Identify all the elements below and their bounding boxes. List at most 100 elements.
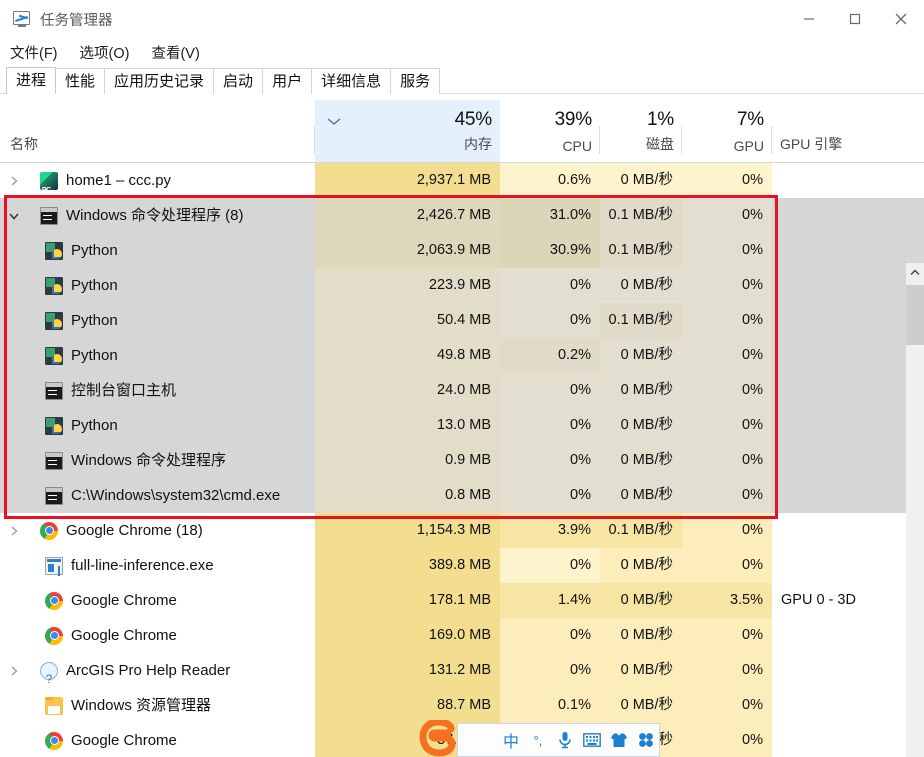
scrollbar-thumb[interactable] <box>906 285 924 345</box>
table-row[interactable]: ArcGIS Pro Help Reader131.2 MB0%0 MB/秒0% <box>0 653 924 697</box>
row-name-cell[interactable]: Python <box>0 233 315 268</box>
row-name-label: Windows 命令处理程序 (8) <box>66 207 244 224</box>
chevron-right-icon[interactable] <box>0 175 28 187</box>
row-name-cell[interactable]: Python <box>0 268 315 303</box>
row-name-cell[interactable]: Google Chrome <box>0 618 315 653</box>
row-name-label: Python <box>71 242 118 259</box>
table-row[interactable]: Python 50.4 MB 0% 0.1 MB/秒 0% <box>0 303 924 338</box>
skin-icon[interactable] <box>605 724 632 756</box>
table-row[interactable]: Google Chrome (18) 1,154.3 MB 3.9% 0.1 MB/秒… <box>0 513 924 548</box>
table-row[interactable]: Python 223.9 MB 0% 0 MB/秒 0% <box>0 268 924 303</box>
tab-details[interactable]: 详细信息 <box>311 68 392 94</box>
row-gpu-engine-cell <box>772 408 924 443</box>
row-name-cell[interactable]: full-line-inference.exe <box>0 548 315 583</box>
table-row[interactable]: C:\Windows\system32\cmd.exe 0.8 MB 0% 0 MB/… <box>0 478 924 513</box>
column-header-name[interactable]: 名称 <box>0 100 315 162</box>
table-row[interactable]: home1 – ccc.py 2,937.1 MB0.6%0 MB/秒0% <box>0 163 924 208</box>
row-cpu-cell: 0% <box>500 478 600 513</box>
process-list[interactable]: home1 – ccc.py2,937.1 MB0.6%0 MB/秒0%Wind… <box>0 163 924 757</box>
row-name-cell[interactable]: Windows 资源管理器 <box>0 688 315 723</box>
row-memory-cell: 1,154.3 MB <box>315 513 500 548</box>
close-button[interactable] <box>878 0 924 38</box>
row-cpu-cell: 0% <box>500 268 600 303</box>
chevron-right-icon[interactable] <box>0 525 28 537</box>
row-memory-cell: 131.2 MB <box>315 653 500 688</box>
table-row[interactable]: Google Chrome 169.0 MB 0% 0 MB/秒 0% <box>0 618 924 653</box>
row-gpu-engine-cell <box>772 233 924 268</box>
row-memory-cell: 2,937.1 MB <box>315 163 500 198</box>
row-name-cell[interactable]: ArcGIS Pro Help Reader <box>0 653 315 697</box>
row-gpu-engine-cell <box>772 303 924 338</box>
table-row[interactable]: full-line-inference.exe 389.8 MB 0% 0 MB/秒 0… <box>0 548 924 583</box>
tab-app-history[interactable]: 应用历史记录 <box>104 68 215 94</box>
tab-users[interactable]: 用户 <box>262 68 313 94</box>
row-name-cell[interactable]: Python <box>0 338 315 373</box>
row-name-cell[interactable]: Windows 命令处理程序 (8) <box>0 198 315 233</box>
row-cpu-cell: 0.1% <box>500 688 600 723</box>
pycharm-icon <box>40 171 58 208</box>
column-header-memory[interactable]: 45% 内存 <box>315 100 500 162</box>
row-name-label: home1 – ccc.py <box>66 172 172 189</box>
row-disk-cell: 0 MB/秒 <box>600 583 682 618</box>
menu-item-view[interactable]: 查看(V) <box>151 42 199 63</box>
voice-input-icon[interactable] <box>551 724 578 756</box>
row-cpu-cell: 0.6% <box>500 163 600 198</box>
row-memory-cell: 169.0 MB <box>315 618 500 653</box>
menu-item-file[interactable]: 文件(F) <box>10 42 58 63</box>
row-cpu-cell: 0% <box>500 303 600 338</box>
table-row[interactable]: Windows 资源管理器 88.7 MB 0.1% 0 MB/秒 0% <box>0 688 924 723</box>
vertical-scrollbar[interactable] <box>906 263 924 757</box>
table-row[interactable]: Python 13.0 MB 0% 0 MB/秒 0% <box>0 408 924 443</box>
row-name-cell[interactable]: Windows 命令处理程序 <box>0 443 315 478</box>
sort-chevron-down-icon <box>327 114 341 130</box>
chevron-right-icon[interactable] <box>0 665 28 677</box>
row-name-cell[interactable]: Google Chrome <box>0 583 315 618</box>
row-cpu-cell: 31.0% <box>500 198 600 233</box>
soft-keyboard-icon[interactable] <box>578 724 605 756</box>
window-icon <box>45 556 63 575</box>
tab-processes[interactable]: 进程 <box>6 67 57 94</box>
punctuation-icon[interactable]: °, <box>524 724 551 756</box>
row-name-cell[interactable]: C:\Windows\system32\cmd.exe <box>0 478 315 513</box>
column-header-gpu-engine[interactable]: GPU 引擎 <box>772 100 924 162</box>
table-row[interactable]: Python 2,063.9 MB 30.9% 0.1 MB/秒 0% <box>0 233 924 268</box>
row-gpu-cell: 0% <box>682 443 772 478</box>
tab-startup[interactable]: 启动 <box>213 68 264 94</box>
row-name-cell[interactable]: 控制台窗口主机 <box>0 373 315 408</box>
row-name-cell[interactable]: home1 – ccc.py <box>0 163 315 208</box>
task-manager-icon <box>12 10 32 28</box>
row-cpu-cell: 0% <box>500 373 600 408</box>
table-row[interactable]: Python 49.8 MB 0.2% 0 MB/秒 0% <box>0 338 924 373</box>
toolbox-icon[interactable] <box>632 724 659 756</box>
tab-performance[interactable]: 性能 <box>55 68 106 94</box>
row-gpu-cell: 0% <box>682 513 772 548</box>
row-name-cell[interactable]: Google Chrome <box>0 723 315 757</box>
cmd-icon <box>45 451 63 470</box>
row-cpu-cell: 0.2% <box>500 338 600 373</box>
row-name-cell[interactable]: Python <box>0 408 315 443</box>
row-name-label: Python <box>71 417 118 434</box>
row-memory-cell: 223.9 MB <box>315 268 500 303</box>
sogou-logo[interactable] <box>419 718 467 757</box>
minimize-button[interactable] <box>786 0 832 38</box>
row-name-cell[interactable]: Python <box>0 303 315 338</box>
tab-services[interactable]: 服务 <box>390 68 441 94</box>
table-row[interactable]: Windows 命令处理程序 0.9 MB 0% 0 MB/秒 0% <box>0 443 924 478</box>
table-row[interactable]: 控制台窗口主机 24.0 MB 0% 0 MB/秒 0% <box>0 373 924 408</box>
column-header-cpu[interactable]: 39% CPU <box>500 100 600 162</box>
row-cpu-cell: 0% <box>500 548 600 583</box>
ime-toolbar[interactable]: 中 °, <box>457 723 660 757</box>
table-row[interactable]: Google Chrome 178.1 MB 1.4% 0 MB/秒 3.5% GPU 0… <box>0 583 924 618</box>
row-gpu-engine-cell <box>772 373 924 408</box>
column-header-gpu[interactable]: 7% GPU <box>682 100 772 162</box>
chinese-mode-icon[interactable]: 中 <box>497 724 524 756</box>
chevron-down-icon[interactable] <box>0 211 28 221</box>
folder-icon <box>45 696 63 715</box>
table-row[interactable]: Windows 命令处理程序 (8) 2,426.7 MB 31.0% 0.1 MB/… <box>0 198 924 233</box>
row-name-cell[interactable]: Google Chrome (18) <box>0 513 315 548</box>
menu-item-options[interactable]: 选项(O) <box>80 42 130 63</box>
column-header-disk[interactable]: 1% 磁盘 <box>600 100 682 162</box>
row-disk-cell: 0 MB/秒 <box>600 163 682 198</box>
scroll-up-button[interactable] <box>906 263 924 281</box>
maximize-button[interactable] <box>832 0 878 38</box>
